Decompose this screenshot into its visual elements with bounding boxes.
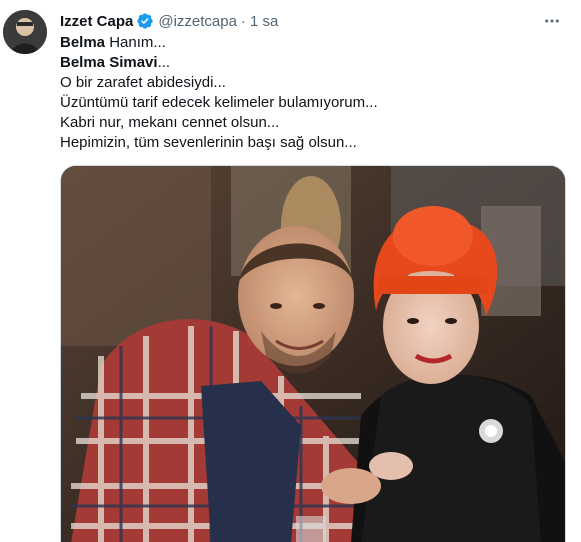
tweet[interactable]: Izzet Capa @izzetcapa · 1 sa Belma Hanım… <box>0 0 581 542</box>
tweet-line: Kabri nur, mekanı cennet olsun... <box>60 113 565 133</box>
author-handle[interactable]: @izzetcapa <box>158 13 237 30</box>
tweet-line-text: ... <box>157 54 171 71</box>
tweet-header: Izzet Capa @izzetcapa · 1 sa <box>60 10 278 32</box>
verified-badge-icon <box>136 12 154 30</box>
tweet-line: O bir zarafet abidesiydi... <box>60 73 565 93</box>
tweet-line-text: Kabri nur, mekanı cennet olsun... <box>60 114 280 131</box>
tweet-line-text: Hepimizin, tüm sevenlerinin başı sağ ols… <box>60 134 357 151</box>
tweet-line-text: O bir zarafet abidesiydi... <box>60 74 226 91</box>
tweet-line: Hepimizin, tüm sevenlerinin başı sağ ols… <box>60 133 565 153</box>
tweet-line-bold: Belma Simavi <box>60 54 158 71</box>
tweet-line-text: Hanım... <box>105 34 166 51</box>
tweet-line-text: Üzüntümü tarif edecek kelimeler bulamıyo… <box>60 94 378 111</box>
tweet-line-bold: Belma <box>60 34 106 51</box>
tweet-timestamp[interactable]: 1 sa <box>250 13 278 30</box>
tweet-photo[interactable] <box>60 165 566 542</box>
tweet-line: Üzüntümü tarif edecek kelimeler bulamıyo… <box>60 93 565 113</box>
more-dots-icon <box>545 19 559 23</box>
tweet-photo-icon <box>61 166 565 542</box>
author-name[interactable]: Izzet Capa <box>60 13 133 30</box>
tweet-text: Belma Hanım... Belma Simavi... O bir zar… <box>60 33 565 153</box>
more-options-button[interactable] <box>541 12 563 30</box>
tweet-line: Belma Hanım... <box>60 33 565 53</box>
tweet-line: Belma Simavi... <box>60 53 565 73</box>
avatar-photo-icon <box>3 10 47 54</box>
author-avatar[interactable] <box>3 10 47 54</box>
header-separator: · <box>240 12 246 30</box>
